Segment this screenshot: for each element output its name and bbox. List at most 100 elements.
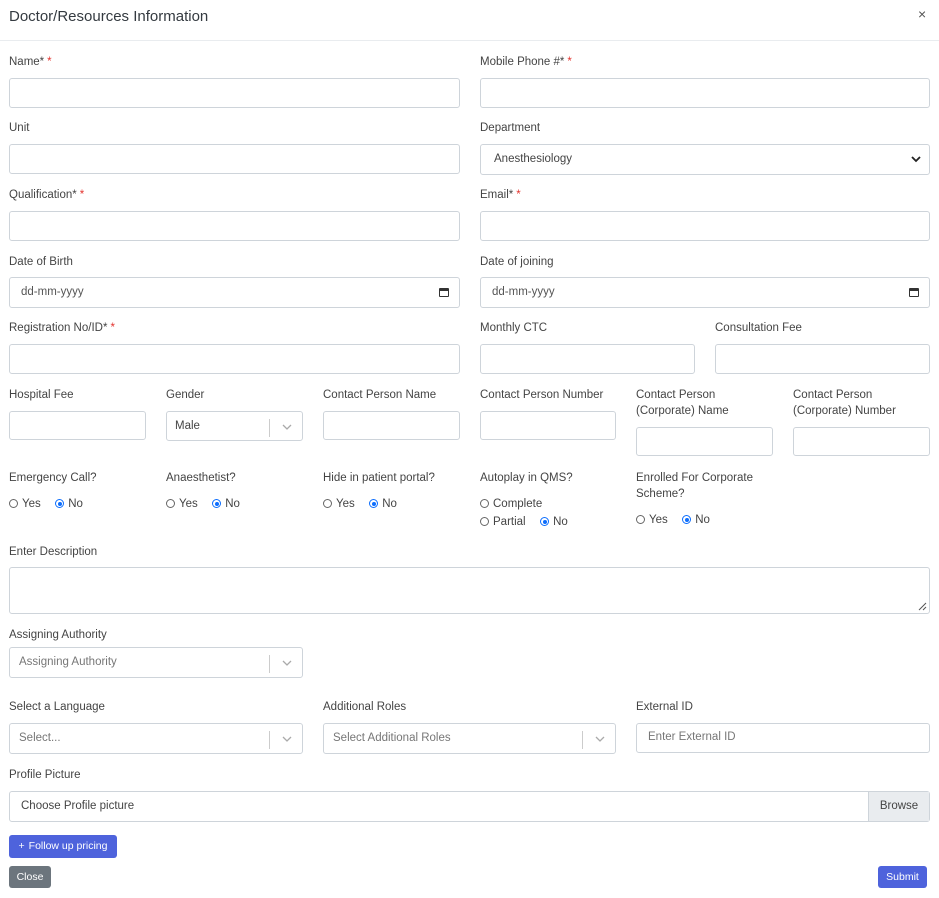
- chevron-down-icon: [282, 660, 292, 666]
- autoplay-partial[interactable]: Partial: [480, 516, 526, 528]
- mobile-input[interactable]: [480, 78, 930, 108]
- autoplay-radio-group-row2: Partial No: [480, 512, 578, 530]
- autoplay-label: Autoplay in QMS?: [480, 472, 573, 484]
- gender-value: Male: [175, 420, 200, 432]
- hide-portal-no[interactable]: No: [369, 498, 397, 510]
- assigning-authority-select[interactable]: Assigning Authority: [9, 647, 303, 678]
- radio-icon[interactable]: [480, 517, 489, 526]
- corporate-yes[interactable]: Yes: [636, 514, 668, 526]
- dob-input[interactable]: dd-mm-yyyy: [9, 277, 460, 308]
- radio-icon[interactable]: [166, 499, 175, 508]
- chevron-down-icon: [911, 156, 921, 163]
- profile-picture-label: Profile Picture: [9, 769, 81, 781]
- language-label: Select a Language: [9, 701, 105, 713]
- radio-icon[interactable]: [636, 515, 645, 524]
- radio-checked-icon[interactable]: [369, 499, 379, 508]
- plus-icon: +: [18, 840, 25, 852]
- email-input[interactable]: [480, 211, 930, 241]
- description-textarea[interactable]: [9, 567, 930, 614]
- radio-icon[interactable]: [9, 499, 18, 508]
- external-id-label: External ID: [636, 701, 693, 713]
- consultation-fee-input[interactable]: [715, 344, 930, 374]
- ctc-label: Monthly CTC: [480, 322, 548, 334]
- autoplay-no[interactable]: No: [540, 516, 568, 528]
- profile-picture-placeholder: Choose Profile picture: [21, 800, 135, 812]
- anaesthetist-no[interactable]: No: [212, 498, 240, 510]
- ctc-input[interactable]: [480, 344, 695, 374]
- resize-handle-icon[interactable]: [918, 602, 927, 611]
- gender-label: Gender: [166, 389, 205, 401]
- anaesthetist-yes[interactable]: Yes: [166, 498, 198, 510]
- emergency-yes[interactable]: Yes: [9, 498, 41, 510]
- radio-icon[interactable]: [323, 499, 332, 508]
- contact-number-label: Contact Person Number: [480, 389, 604, 401]
- name-input[interactable]: [9, 78, 460, 108]
- consultation-fee-label: Consultation Fee: [715, 322, 802, 334]
- browse-button[interactable]: Browse: [868, 792, 929, 821]
- corporate-label: Enrolled For Corporate Scheme?: [636, 472, 753, 500]
- department-select[interactable]: Anesthesiology: [480, 144, 930, 175]
- unit-input[interactable]: [9, 144, 460, 174]
- registration-label: Registration No/ID* *: [9, 322, 115, 334]
- modal-title: Doctor/Resources Information: [9, 8, 209, 25]
- radio-checked-icon[interactable]: [682, 515, 692, 524]
- assigning-authority-placeholder: Assigning Authority: [19, 656, 117, 668]
- select-divider: [269, 655, 270, 673]
- corporate-no[interactable]: No: [682, 514, 710, 526]
- calendar-icon[interactable]: [909, 288, 919, 297]
- registration-input[interactable]: [9, 344, 460, 374]
- anaesthetist-label: Anaesthetist?: [166, 472, 236, 484]
- hide-portal-radio-group: Yes No: [323, 494, 407, 512]
- name-label: Name* *: [9, 56, 52, 68]
- qualification-label: Qualification* *: [9, 189, 85, 201]
- chevron-down-icon: [595, 736, 605, 742]
- hospital-fee-label: Hospital Fee: [9, 389, 74, 401]
- corp-name-input[interactable]: [636, 427, 773, 456]
- radio-checked-icon[interactable]: [540, 517, 550, 526]
- email-label: Email* *: [480, 189, 521, 201]
- radio-checked-icon[interactable]: [55, 499, 65, 508]
- doj-label: Date of joining: [480, 256, 554, 268]
- additional-roles-label: Additional Roles: [323, 701, 407, 713]
- close-icon[interactable]: ×: [918, 6, 926, 22]
- language-select[interactable]: Select...: [9, 723, 303, 754]
- hide-portal-label: Hide in patient portal?: [323, 472, 435, 484]
- external-id-input[interactable]: Enter External ID: [636, 723, 930, 753]
- contact-name-label: Contact Person Name: [323, 389, 437, 401]
- language-placeholder: Select...: [19, 732, 61, 744]
- select-divider: [269, 731, 270, 749]
- follow-up-pricing-button[interactable]: + Follow up pricing: [9, 835, 117, 858]
- assigning-authority-label: Assigning Authority: [9, 629, 107, 641]
- hide-portal-yes[interactable]: Yes: [323, 498, 355, 510]
- calendar-icon[interactable]: [439, 288, 449, 297]
- qualification-input[interactable]: [9, 211, 460, 241]
- external-id-placeholder: Enter External ID: [648, 731, 736, 743]
- chevron-down-icon: [282, 736, 292, 742]
- submit-button[interactable]: Submit: [878, 866, 927, 888]
- dob-label: Date of Birth: [9, 256, 73, 268]
- radio-icon[interactable]: [480, 499, 489, 508]
- autoplay-complete[interactable]: Complete: [480, 498, 542, 510]
- mobile-label: Mobile Phone #* *: [480, 56, 572, 68]
- radio-checked-icon[interactable]: [212, 499, 222, 508]
- contact-name-input[interactable]: [323, 411, 460, 440]
- doj-input[interactable]: dd-mm-yyyy: [480, 277, 930, 308]
- chevron-down-icon: [282, 424, 292, 430]
- select-divider: [269, 419, 270, 437]
- profile-picture-input[interactable]: Choose Profile picture Browse: [9, 791, 930, 822]
- select-divider: [582, 731, 583, 749]
- additional-roles-placeholder: Select Additional Roles: [333, 732, 451, 744]
- emergency-label: Emergency Call?: [9, 472, 97, 484]
- corp-number-input[interactable]: [793, 427, 930, 456]
- required-mark: *: [47, 56, 52, 68]
- gender-select[interactable]: Male: [166, 411, 303, 441]
- close-button[interactable]: Close: [9, 866, 51, 888]
- emergency-no[interactable]: No: [55, 498, 83, 510]
- required-mark: *: [516, 189, 521, 201]
- corp-number-label: Contact Person (Corporate) Number: [793, 389, 896, 417]
- hospital-fee-input[interactable]: [9, 411, 146, 440]
- anaesthetist-radio-group: Yes No: [166, 494, 250, 512]
- department-value: Anesthesiology: [494, 153, 572, 165]
- additional-roles-select[interactable]: Select Additional Roles: [323, 723, 616, 754]
- contact-number-input[interactable]: [480, 411, 616, 440]
